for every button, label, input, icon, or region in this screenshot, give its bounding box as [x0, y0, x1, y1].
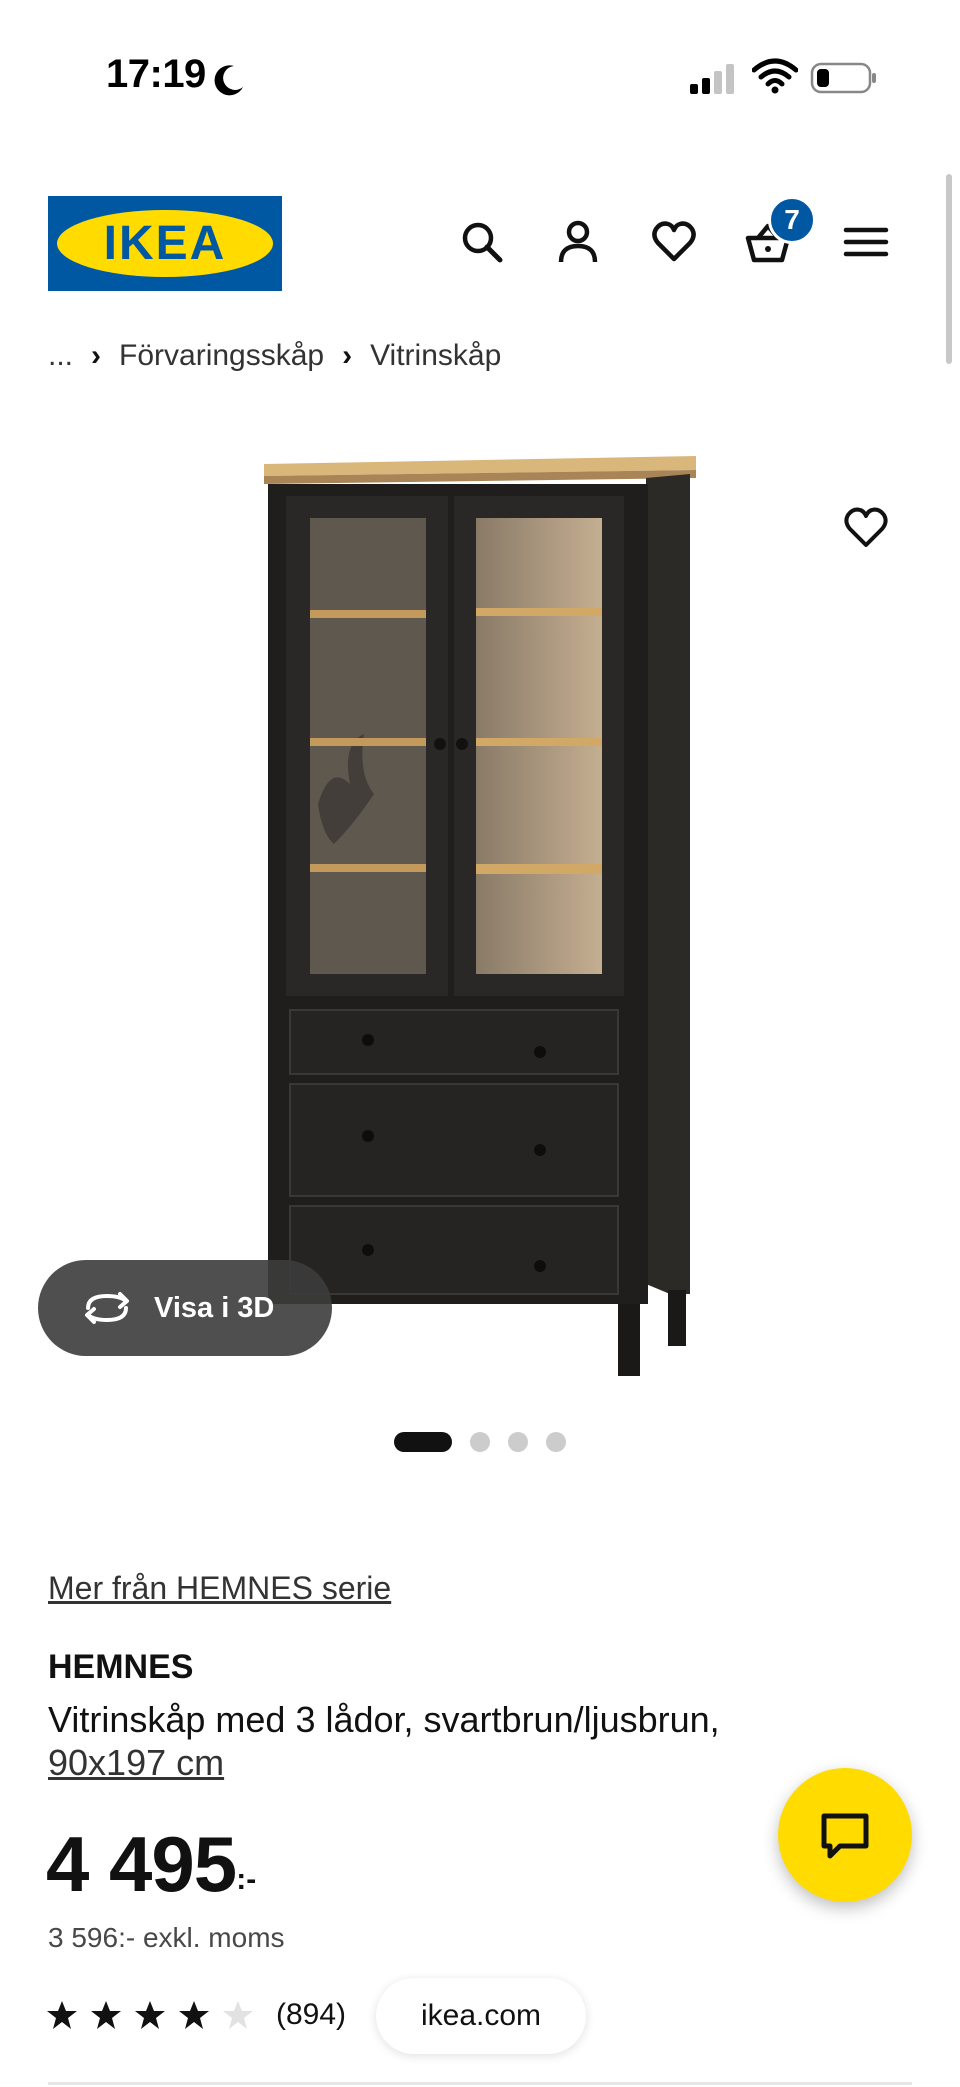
search-icon[interactable]	[458, 218, 506, 266]
chat-icon	[821, 1813, 869, 1859]
moon-icon	[214, 65, 243, 96]
breadcrumb-item-display-cabinets[interactable]: Vitrinskåp	[370, 339, 501, 373]
breadcrumb-item-storage-cabinets[interactable]: Förvaringsskåp	[119, 339, 324, 373]
chevron-right-icon: ›	[91, 339, 102, 372]
product-size-link[interactable]: 90x197 cm	[48, 1742, 224, 1784]
product-name: HEMNES	[48, 1648, 194, 1686]
gallery-dot-3[interactable]	[508, 1432, 528, 1452]
product-description: Vitrinskåp med 3 lådor, svartbrun/ljusbr…	[48, 1699, 720, 1740]
section-divider	[48, 2082, 912, 2085]
price-value: 4 495	[46, 1820, 237, 1908]
gallery-pagination	[394, 1432, 566, 1452]
gallery-dot-1[interactable]	[394, 1432, 452, 1452]
page-scrollbar[interactable]	[946, 174, 952, 364]
gallery-dot-2[interactable]	[470, 1432, 490, 1452]
cart-count-badge: 7	[768, 196, 816, 244]
menu-icon[interactable]	[842, 218, 890, 266]
star-filled-icon	[179, 2001, 209, 2029]
rotate-3d-icon	[85, 1292, 129, 1324]
battery-icon	[810, 62, 876, 94]
product-rating[interactable]: (894)	[46, 1998, 346, 2032]
account-icon[interactable]	[554, 218, 602, 266]
breadcrumb-ellipsis[interactable]: ...	[48, 339, 73, 373]
wifi-icon	[752, 58, 798, 94]
star-filled-icon	[135, 2001, 165, 2029]
star-filled-icon	[91, 2001, 121, 2029]
star-filled-icon	[47, 2001, 77, 2029]
price-excl-vat: 3 596:- exkl. moms	[48, 1922, 285, 1953]
star-empty-icon	[223, 2001, 253, 2029]
view-in-3d-button[interactable]: Visa i 3D	[38, 1260, 332, 1356]
status-time: 17:19	[106, 52, 206, 96]
breadcrumb: ... › Förvaringsskåp › Vitrinskåp	[48, 336, 501, 376]
product-image[interactable]	[250, 444, 710, 1384]
product-price: 4 495 :-	[46, 1822, 256, 1906]
logo-text: IKEA	[103, 217, 227, 270]
gallery-dot-4[interactable]	[546, 1432, 566, 1452]
series-link[interactable]: Mer från HEMNES serie	[48, 1570, 391, 1607]
view-in-3d-label: Visa i 3D	[154, 1291, 275, 1324]
cellular-signal-icon	[690, 64, 734, 94]
heart-icon[interactable]	[650, 218, 698, 266]
browser-url-bar[interactable]: ikea.com	[376, 1978, 586, 2054]
ikea-logo[interactable]: IKEA	[48, 196, 282, 291]
chat-button[interactable]	[778, 1768, 912, 1902]
chevron-right-icon: ›	[342, 339, 353, 372]
review-count: (894)	[276, 1998, 347, 2031]
price-suffix: :-	[236, 1863, 257, 1896]
favorite-heart-icon[interactable]	[842, 504, 890, 552]
